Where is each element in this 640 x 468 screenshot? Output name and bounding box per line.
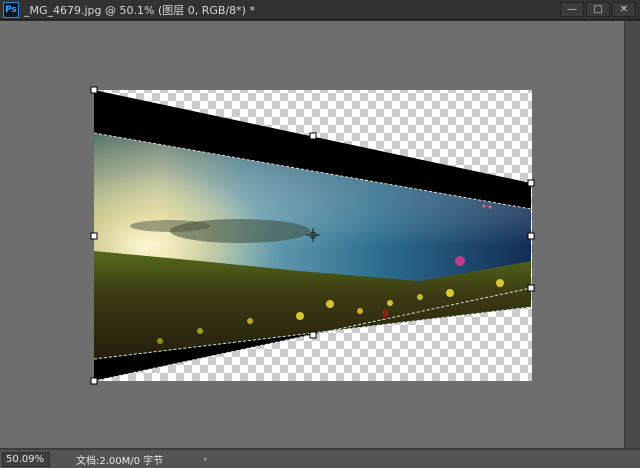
maximize-button[interactable]: □ (586, 2, 610, 17)
window-controls: — □ ✕ (560, 2, 636, 17)
handle-bottom-middle[interactable] (309, 331, 317, 339)
zoom-level-field[interactable]: 50.09% (2, 451, 50, 467)
photoshop-icon: Ps (3, 1, 19, 18)
status-bar: 50.09% 文档:2.00M/0 字节 › (0, 449, 640, 468)
close-button[interactable]: ✕ (612, 2, 636, 17)
handle-bottom-left[interactable] (90, 377, 98, 385)
document-tab-title[interactable]: _MG_4679.jpg @ 50.1% (图层 0, RGB/8*) * (24, 2, 255, 18)
handle-bottom-right[interactable] (527, 284, 535, 292)
handle-top-right[interactable] (527, 179, 535, 187)
document-title-bar[interactable]: Ps _MG_4679.jpg @ 50.1% (图层 0, RGB/8*) *… (0, 0, 640, 20)
handle-top-middle[interactable] (309, 132, 317, 140)
document-canvas[interactable]: 9 (0, 21, 624, 448)
handle-top-left[interactable] (90, 86, 98, 94)
handle-middle-left[interactable] (90, 232, 98, 240)
handle-middle-right[interactable] (527, 232, 535, 240)
document-size-info[interactable]: 文档:2.00M/0 字节 (76, 452, 163, 467)
minimize-button[interactable]: — (560, 2, 584, 17)
status-menu-arrow-icon[interactable]: › (203, 454, 207, 465)
vertical-scrollbar[interactable] (624, 21, 640, 448)
